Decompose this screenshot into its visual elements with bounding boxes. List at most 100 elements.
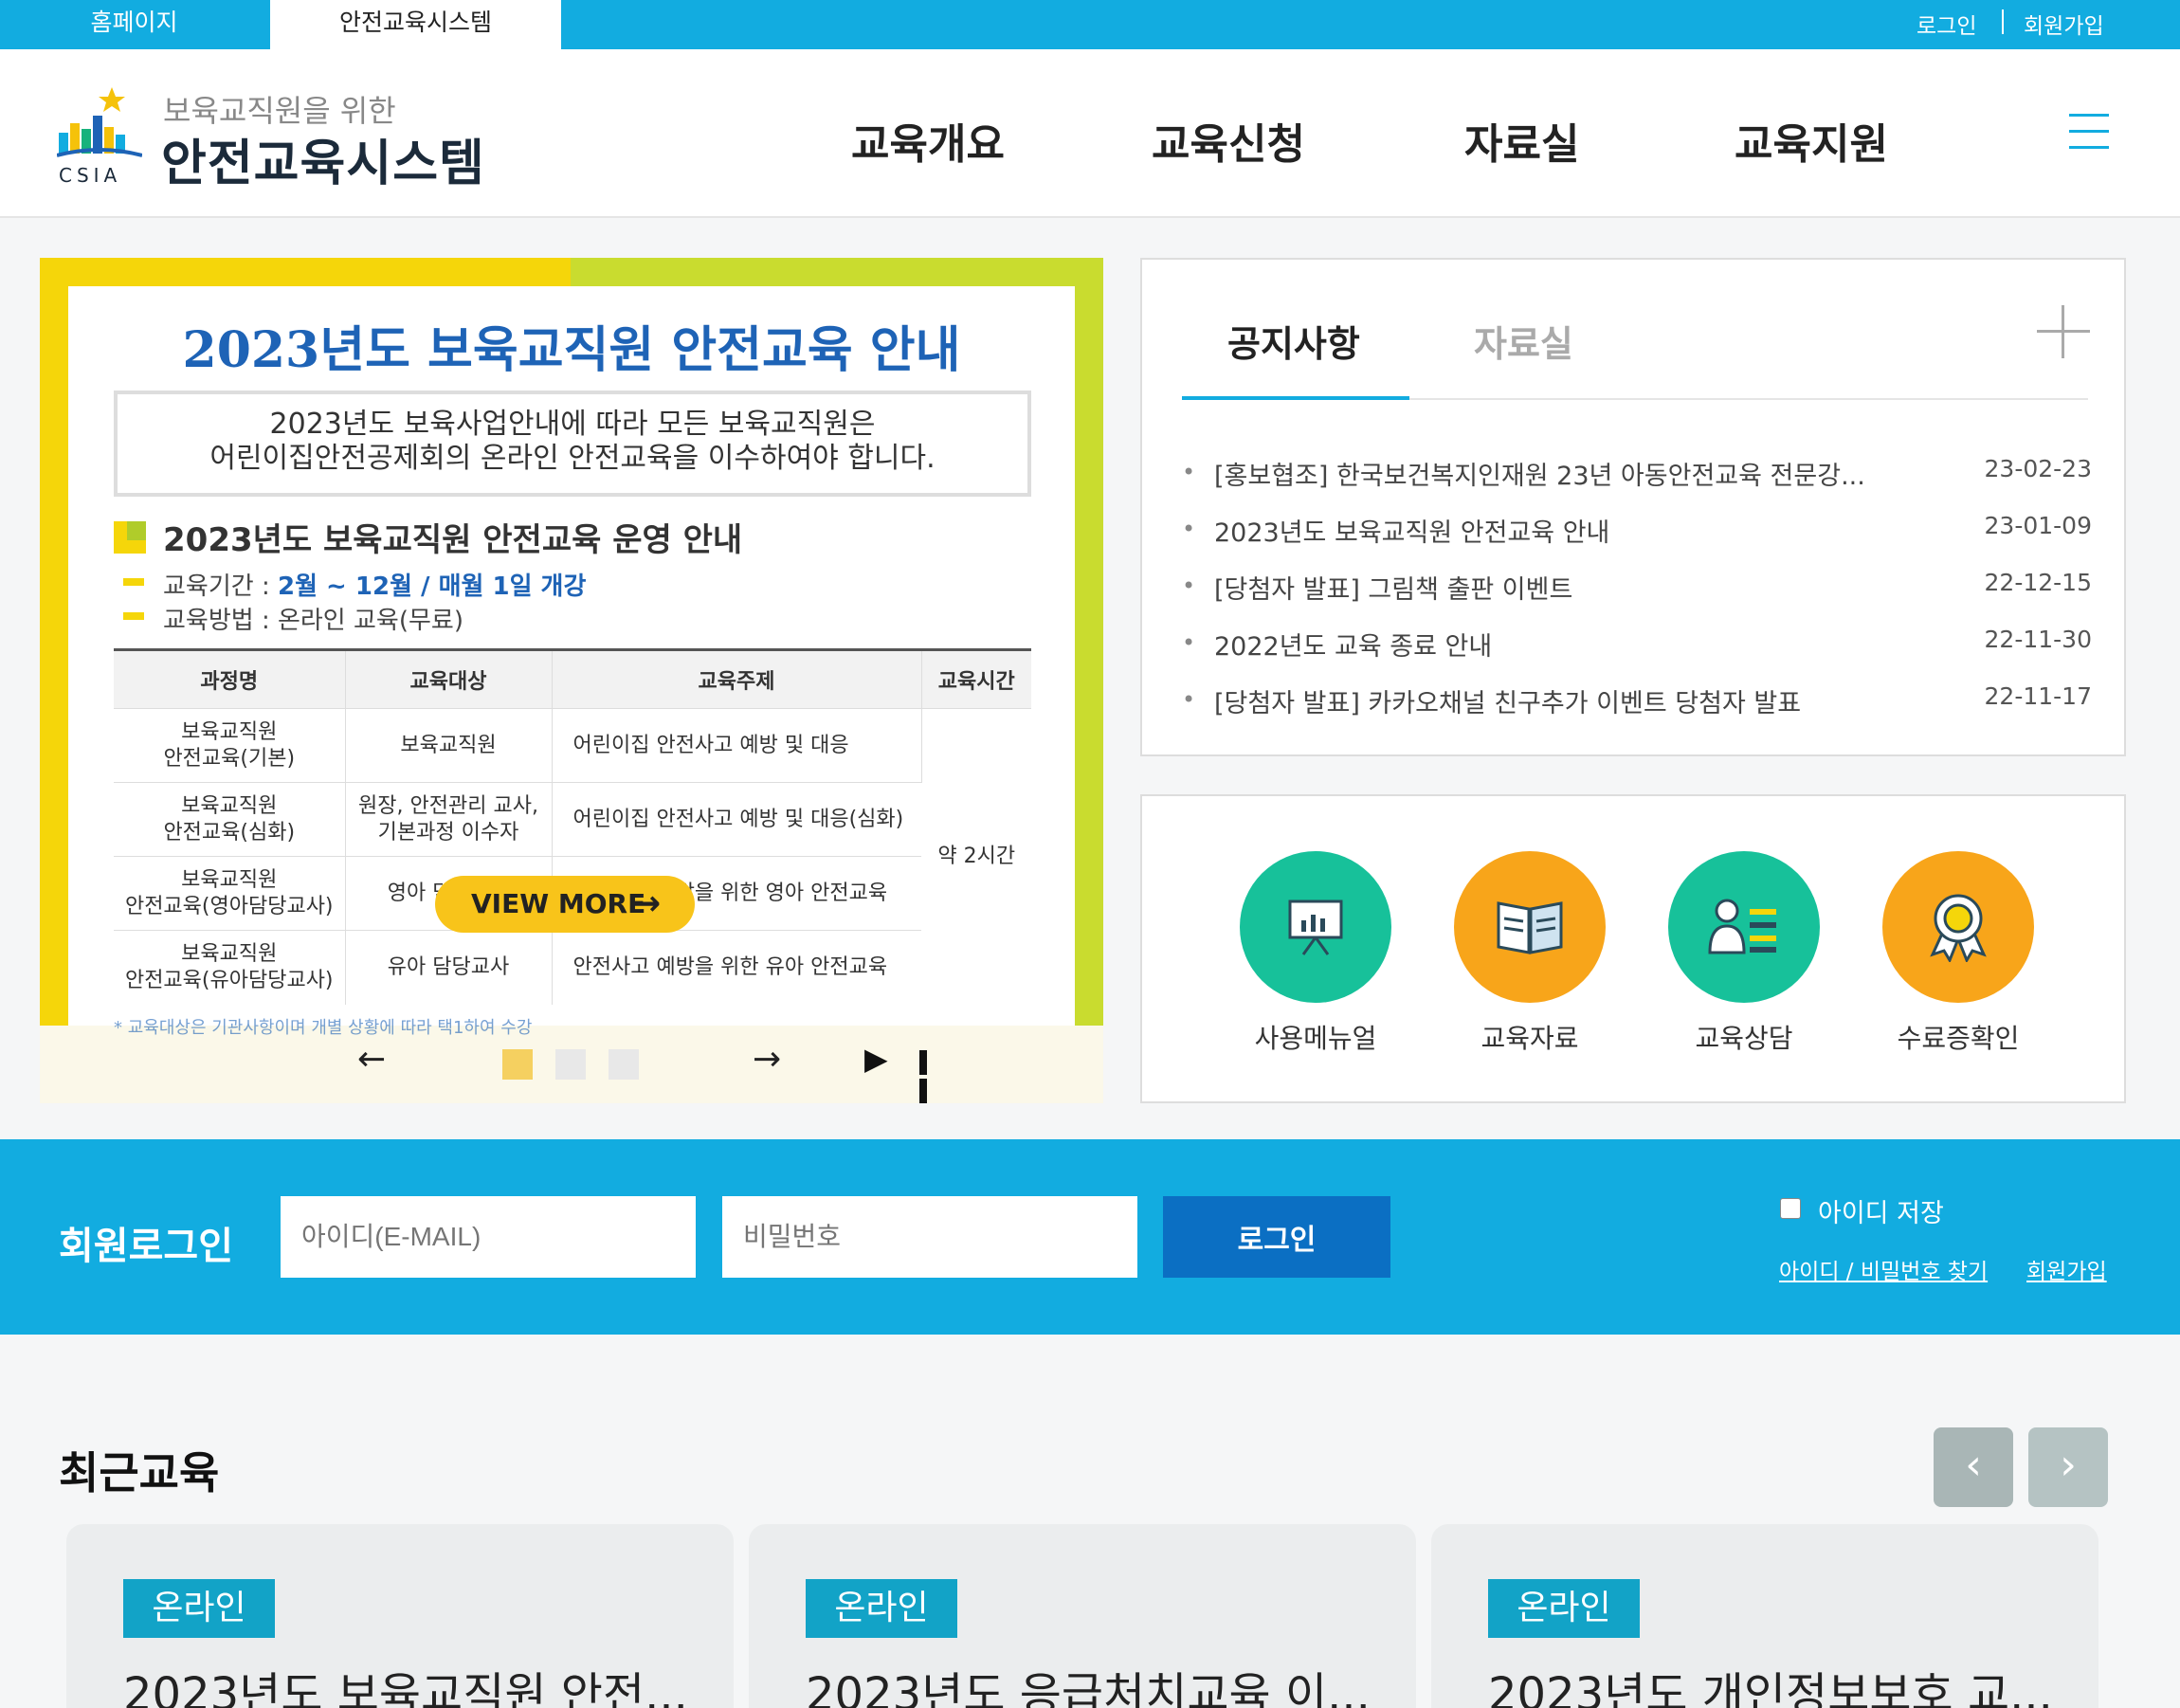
quick-label: 사용메뉴얼 bbox=[1254, 1023, 1377, 1054]
slide-indicator[interactable] bbox=[555, 1049, 586, 1080]
table-cell-time: 약 2시간 bbox=[921, 708, 1031, 1005]
online-badge: 온라인 bbox=[123, 1579, 275, 1638]
login-button[interactable]: 로그인 bbox=[1163, 1196, 1390, 1278]
quick-label: 교육자료 bbox=[1481, 1023, 1579, 1054]
find-id-password-link[interactable]: 아이디 / 비밀번호 찾기 bbox=[1779, 1253, 1988, 1285]
nav-education-support[interactable]: 교육지원 bbox=[1735, 110, 1888, 171]
table-cell: 보육교직원 안전교육(심화) bbox=[114, 782, 346, 857]
table-header: 교육주제 bbox=[552, 648, 922, 709]
save-id-label[interactable]: 아이디 저장 bbox=[1818, 1192, 1944, 1229]
login-title: 회원로그인 bbox=[59, 1225, 233, 1268]
save-id-checkbox[interactable] bbox=[1780, 1198, 1801, 1219]
notice-date: 22-12-15 bbox=[1984, 569, 2092, 596]
banner-notice-box: 2023년도 보육사업안내에 따라 모든 보육교직원은 어린이집안전공제회의 온… bbox=[114, 391, 1031, 497]
more-plus-icon[interactable] bbox=[2037, 305, 2090, 358]
slide-indicator[interactable] bbox=[609, 1049, 639, 1080]
logo-text: CSIA bbox=[59, 164, 121, 187]
notice-item[interactable]: • [당첨자 발표] 카카오채널 친구추가 이벤트 당첨자 발표 22-11-17 bbox=[1182, 682, 2092, 720]
banner-box-line: 2023년도 보육사업안내에 따라 모든 보육교직원은 bbox=[269, 408, 876, 441]
table-header: 교육대상 bbox=[345, 648, 553, 709]
quick-menu-panel: 사용메뉴얼 교육자료 교육상담 수료증확인 bbox=[1140, 794, 2126, 1103]
course-card[interactable]: 온라인 2023년도 개인정보보호 교... bbox=[1431, 1524, 2098, 1708]
online-badge: 온라인 bbox=[1488, 1579, 1640, 1638]
period-label: 교육기간 : bbox=[163, 572, 278, 601]
consult-user-icon bbox=[1668, 851, 1820, 1003]
bullet-icon: • bbox=[1182, 572, 1196, 599]
top-login-link[interactable]: 로그인 bbox=[1917, 8, 1976, 40]
carousel-prev-button[interactable]: ‹ bbox=[1934, 1427, 2013, 1507]
bullet-dash-icon bbox=[123, 578, 144, 586]
banner-box-line: 어린이집안전공제회의 온라인 안전교육을 이수하여야 합니다. bbox=[209, 442, 936, 475]
notice-item[interactable]: • [당첨자 발표] 그림책 출판 이벤트 22-12-15 bbox=[1182, 569, 2092, 607]
id-email-input[interactable] bbox=[281, 1196, 696, 1278]
table-cell: 원장, 안전관리 교사, 기본과정 이수자 bbox=[345, 782, 553, 857]
recent-education-title: 최근교육 bbox=[59, 1447, 220, 1499]
table-header: 과정명 bbox=[114, 648, 346, 709]
chevron-left-icon: ‹ bbox=[1965, 1441, 1982, 1489]
notice-item[interactable]: • 2022년도 교육 종료 안내 22-11-30 bbox=[1182, 626, 2092, 663]
bullet-icon: • bbox=[1182, 459, 1196, 485]
table-cell: 안전사고 예방을 위한 유아 안전교육 bbox=[552, 930, 921, 1005]
course-title[interactable]: 2023년도 보육교직원 안전... bbox=[123, 1657, 692, 1708]
slide-indicator-active[interactable] bbox=[502, 1049, 533, 1080]
bullet-icon: • bbox=[1182, 629, 1196, 656]
notice-title[interactable]: 2022년도 교육 종료 안내 bbox=[1214, 626, 1897, 663]
notice-title[interactable]: [홍보협조] 한국보건복지인재원 23년 아동안전교육 전문강... bbox=[1214, 455, 1897, 492]
view-more-label: VIEW MORE bbox=[471, 888, 646, 919]
hamburger-menu-icon[interactable] bbox=[2069, 114, 2109, 154]
tab-notices[interactable]: 공지사항 bbox=[1227, 315, 1360, 367]
join-link[interactable]: 회원가입 bbox=[2026, 1253, 2107, 1285]
tab-safety-education-system[interactable]: 안전교육시스템 bbox=[270, 0, 561, 49]
table-cell: 어린이집 안전사고 예방 및 대응 bbox=[552, 708, 922, 783]
quick-certificate-check[interactable]: 수료증확인 bbox=[1878, 851, 2039, 1056]
quick-label: 수료증확인 bbox=[1897, 1023, 2020, 1054]
quick-education-material[interactable]: 교육자료 bbox=[1449, 851, 1610, 1056]
carousel-next-button[interactable]: › bbox=[2028, 1427, 2108, 1507]
top-join-link[interactable]: 회원가입 bbox=[2024, 8, 2104, 40]
table-row: 보육교직원 안전교육(심화) 원장, 안전관리 교사, 기본과정 이수자 어린이… bbox=[114, 782, 1031, 857]
notice-date: 23-01-09 bbox=[1984, 512, 2092, 539]
main-banner-slider[interactable]: 2023년도 보육교직원 안전교육 안내 2023년도 보육사업안내에 따라 모… bbox=[40, 258, 1103, 1103]
notice-item[interactable]: • 2023년도 보육교직원 안전교육 안내 23-01-09 bbox=[1182, 512, 2092, 550]
notice-title[interactable]: [당첨자 발표] 카카오채널 친구추가 이벤트 당첨자 발표 bbox=[1214, 682, 1897, 719]
quick-education-consult[interactable]: 교육상담 bbox=[1663, 851, 1825, 1056]
csia-logo-icon[interactable]: CSIA bbox=[57, 85, 142, 188]
online-badge: 온라인 bbox=[806, 1579, 957, 1638]
course-card[interactable]: 온라인 2023년도 보육교직원 안전... bbox=[66, 1524, 734, 1708]
notice-date: 22-11-17 bbox=[1984, 682, 2092, 710]
tab-homepage[interactable]: 홈페이지 bbox=[0, 0, 268, 49]
tab-library[interactable]: 자료실 bbox=[1474, 315, 1573, 367]
pause-icon[interactable] bbox=[919, 1050, 942, 1103]
table-cell: 유아 담당교사 bbox=[345, 930, 553, 1005]
nav-education-overview[interactable]: 교육개요 bbox=[851, 110, 1005, 171]
quick-user-manual[interactable]: 사용메뉴얼 bbox=[1235, 851, 1396, 1056]
notice-title[interactable]: 2023년도 보육교직원 안전교육 안내 bbox=[1214, 512, 1897, 549]
table-cell: 보육교직원 안전교육(유아담당교사) bbox=[114, 930, 346, 1005]
banner-section-title: 2023년도 보육교직원 안전교육 운영 안내 bbox=[163, 521, 743, 559]
notice-item[interactable]: • [홍보협조] 한국보건복지인재원 23년 아동안전교육 전문강... 23-02… bbox=[1182, 455, 2092, 493]
notice-date: 22-11-30 bbox=[1984, 626, 2092, 653]
logo-title[interactable]: 안전교육시스템 bbox=[161, 123, 485, 194]
banner-period: 교육기간 : 2월 ~ 12월 / 매월 1일 개강 bbox=[163, 567, 586, 602]
notice-panel: 공지사항 자료실 • [홍보협조] 한국보건복지인재원 23년 아동안전교육 전문… bbox=[1140, 258, 2126, 756]
notice-title[interactable]: [당첨자 발표] 그림책 출판 이벤트 bbox=[1214, 569, 1897, 606]
section-square-icon-accent bbox=[127, 521, 146, 540]
nav-education-apply[interactable]: 교육신청 bbox=[1152, 110, 1305, 171]
chevron-right-icon: › bbox=[2060, 1441, 2077, 1489]
active-tab-indicator bbox=[1182, 396, 1409, 400]
slide-next-arrow-icon[interactable]: → bbox=[753, 1040, 781, 1079]
table-cell: 어린이집 안전사고 예방 및 대응(심화) bbox=[552, 782, 921, 857]
view-more-button[interactable]: VIEW MORE → bbox=[435, 876, 695, 933]
nav-library[interactable]: 자료실 bbox=[1464, 110, 1579, 171]
bullet-icon: • bbox=[1182, 516, 1196, 542]
table-cell: 보육교직원 안전교육(영아담당교사) bbox=[114, 856, 346, 931]
course-title[interactable]: 2023년도 개인정보보호 교... bbox=[1488, 1657, 2057, 1708]
course-title[interactable]: 2023년도 응급처치교육 이... bbox=[806, 1657, 1374, 1708]
quick-label: 교육상담 bbox=[1695, 1023, 1793, 1054]
course-card[interactable]: 온라인 2023년도 응급처치교육 이... bbox=[749, 1524, 1416, 1708]
play-icon[interactable]: ▶ bbox=[864, 1041, 888, 1077]
slide-prev-arrow-icon[interactable]: ← bbox=[357, 1040, 386, 1079]
banner-method: 교육방법 : 온라인 교육(무료) bbox=[163, 607, 463, 635]
password-input[interactable] bbox=[722, 1196, 1137, 1278]
award-medal-icon bbox=[1882, 851, 2034, 1003]
